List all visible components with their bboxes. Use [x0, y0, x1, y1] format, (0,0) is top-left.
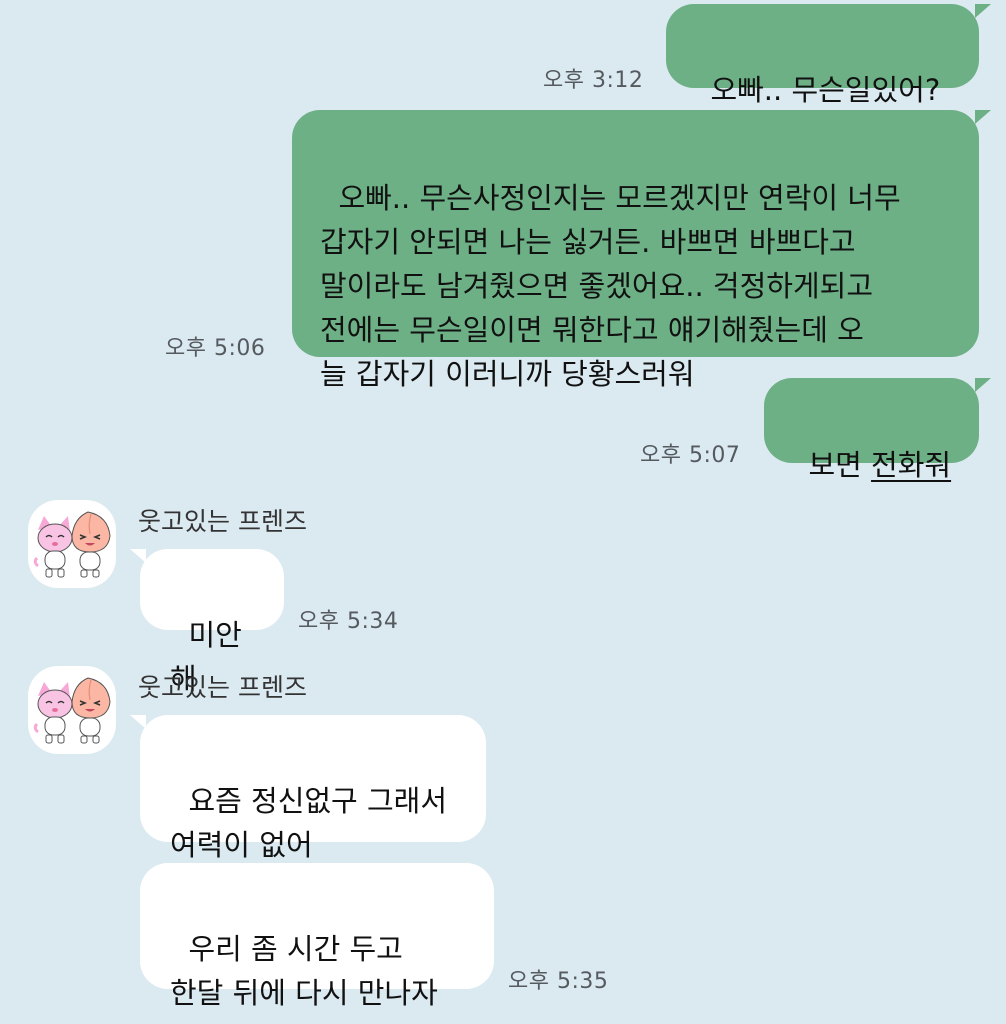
message-timestamp: 오후 5:34 [298, 609, 399, 634]
friends-sticker-icon [33, 511, 111, 578]
received-message-bubble[interactable]: 미안해 [140, 549, 284, 696]
friends-sticker-icon [33, 677, 111, 744]
bubble-tail [975, 4, 991, 18]
message-timestamp: 오후 5:06 [165, 336, 266, 361]
message-timestamp: 오후 5:07 [640, 443, 741, 468]
received-message-bubble[interactable]: 우리 좀 시간 두고 한달 뒤에 다시 만나자 [140, 863, 494, 1010]
sent-message-bubble[interactable]: 보면 전화줘 [764, 378, 979, 482]
message-timestamp: 오후 5:35 [508, 969, 609, 994]
sender-name: 웃고있는 프렌즈 [138, 507, 307, 536]
message-text: 요즘 정신없구 그래서 여력이 없어 [170, 784, 447, 862]
bubble-tail [975, 378, 991, 392]
sender-name: 웃고있는 프렌즈 [138, 673, 307, 702]
message-text: 보면 [808, 448, 872, 482]
phone-link-text[interactable]: 전화줘 [871, 448, 951, 482]
message-timestamp: 오후 3:12 [543, 68, 644, 93]
message-text: 오빠.. 무슨일있어? [710, 73, 941, 107]
sent-message-bubble[interactable]: 오빠.. 무슨일있어? [666, 4, 979, 107]
sent-message-bubble[interactable]: 오빠.. 무슨사정인지는 모르겠지만 연락이 너무 갑자기 안되면 나는 싫거든… [292, 110, 979, 391]
sender-avatar[interactable] [28, 666, 116, 754]
message-text: 오빠.. 무슨사정인지는 모르겠지만 연락이 너무 갑자기 안되면 나는 싫거든… [320, 181, 901, 391]
sender-avatar[interactable] [28, 500, 116, 588]
message-text: 우리 좀 시간 두고 한달 뒤에 다시 만나자 [170, 932, 438, 1010]
bubble-tail [975, 110, 991, 124]
received-message-bubble[interactable]: 요즘 정신없구 그래서 여력이 없어 [140, 715, 486, 862]
